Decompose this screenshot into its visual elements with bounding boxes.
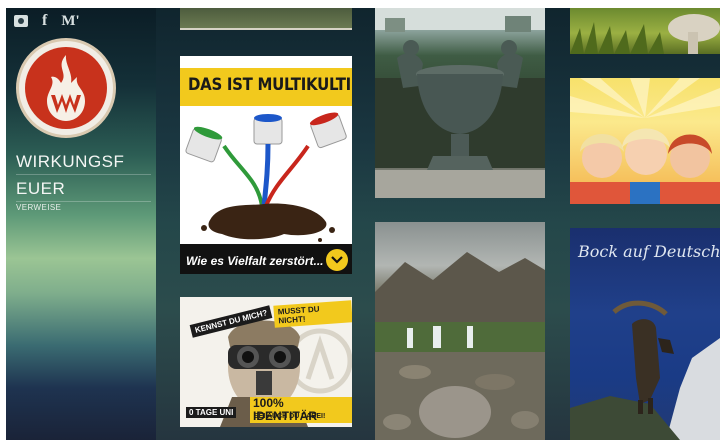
identitaer-tag-bottom-left: 0 TAGE UNI <box>186 407 237 418</box>
retro-women-illustration <box>570 78 720 204</box>
tile-multikulti[interactable]: DAS IST MULTIKULTI Wie es Vielfalt zerst… <box>180 56 352 274</box>
waterfall-photo <box>375 252 545 440</box>
flame-w-logo-icon <box>25 47 107 129</box>
multikulti-caption: Wie es Vielfalt zerstört... <box>186 254 324 268</box>
garden-urn-photo <box>375 8 545 198</box>
tile-grass-mushroom[interactable] <box>570 8 720 54</box>
grass-photo <box>570 14 720 54</box>
tile-identitaer[interactable]: KENNST DU MICH? MUSST DU NICHT! 0 TAGE U… <box>180 297 352 427</box>
site-logo[interactable] <box>16 38 116 138</box>
rss-icon[interactable] <box>14 15 28 27</box>
tile-bock-auf-deutschland[interactable]: Bock auf Deutschla <box>570 228 720 440</box>
multikulti-headline: DAS IST MULTIKULTI <box>188 73 351 95</box>
medium-icon[interactable]: M' <box>61 14 79 29</box>
tile-waterfall[interactable] <box>375 222 545 440</box>
identitaer-subline: SEI AUCH DU DABEI! <box>254 413 326 420</box>
social-links: f M' <box>14 13 80 29</box>
chevron-down-icon[interactable] <box>326 249 348 271</box>
tile-partial-top[interactable] <box>180 8 352 30</box>
paint-buckets-illustration <box>185 112 347 242</box>
ibex-photo <box>570 300 720 440</box>
site-subtitle[interactable]: VERWEISE <box>16 203 61 212</box>
site-title[interactable]: WIRKUNGSF EUER <box>16 151 151 205</box>
tile-retro-women[interactable] <box>570 78 720 204</box>
tile-garden-urn[interactable] <box>375 8 545 198</box>
site-title-line-1[interactable]: WIRKUNGSF <box>16 151 151 175</box>
facebook-icon[interactable]: f <box>42 13 47 29</box>
sidebar: f M' WIRKUNGSF EUER VERWEISE <box>6 8 156 440</box>
site-title-line-2[interactable]: EUER <box>16 178 151 202</box>
